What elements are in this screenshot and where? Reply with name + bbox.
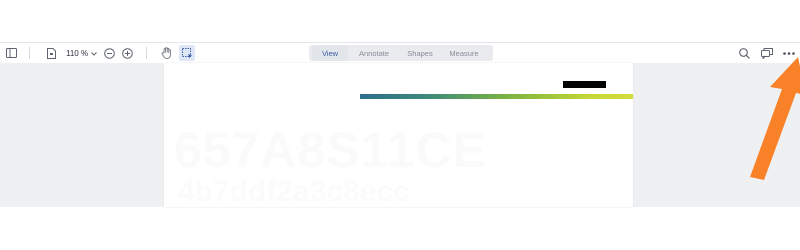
tab-shapes[interactable]: Shapes [400, 45, 440, 61]
gradient-stripe [360, 94, 633, 99]
viewer-toolbar: 110 % View Annotate Shapes Measure [0, 42, 800, 64]
tab-view[interactable]: View [312, 45, 348, 61]
zoom-value: 110 % [66, 48, 89, 58]
tab-measure[interactable]: Measure [440, 45, 488, 61]
zoom-out-icon[interactable] [102, 46, 116, 60]
orange-arrow-annotation [750, 57, 800, 180]
sidebar-toggle-icon[interactable] [4, 46, 18, 60]
document-workspace[interactable]: 657A8S11CE 4b7ddf2a3c8ecc [0, 63, 800, 207]
toolbar-divider [29, 47, 30, 59]
zoom-select[interactable]: 110 % [66, 46, 97, 60]
area-select-icon [181, 47, 193, 59]
document-page[interactable]: 657A8S11CE 4b7ddf2a3c8ecc [164, 63, 633, 207]
page-icon[interactable] [44, 46, 58, 60]
toolbar-divider [146, 47, 147, 59]
zoom-in-icon[interactable] [120, 46, 134, 60]
area-select-button[interactable] [179, 45, 195, 61]
chevron-down-icon [91, 49, 97, 58]
mode-tabs: View Annotate Shapes Measure [309, 45, 493, 61]
redaction-bar [563, 81, 606, 88]
faint-page-text: 4b7ddf2a3c8ecc [178, 175, 410, 207]
faint-page-text: 657A8S11CE [174, 122, 488, 178]
tab-annotate[interactable]: Annotate [348, 45, 400, 61]
hand-pan-icon[interactable] [159, 46, 173, 60]
